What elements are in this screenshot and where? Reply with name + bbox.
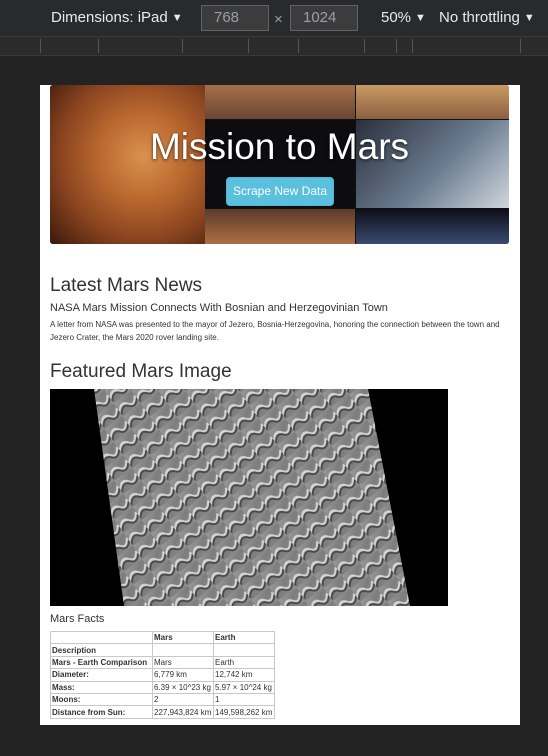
table-row: Moons: 2 1 (50, 692, 275, 707)
ruler-tick (182, 39, 183, 53)
table-cell: Earth (213, 655, 275, 670)
chevron-down-icon: ▼ (415, 12, 426, 24)
throttling-select[interactable]: No throttling ▼ (439, 0, 535, 36)
table-cell (152, 643, 214, 657)
ruler-tick (298, 39, 299, 53)
ruler-tick (40, 39, 41, 53)
column-header: Earth (213, 630, 275, 645)
table-cell: Mass: (50, 680, 153, 694)
device-toolbar: Dimensions: iPad ▼ 768 × 1024 50% ▼ No thr… (0, 0, 548, 36)
table-cell: Mars (152, 655, 214, 670)
featured-image-heading: Featured Mars Image (50, 361, 232, 382)
mars-facts-table: Mars Earth Description Mars - Earth Comp… (50, 630, 275, 719)
table-cell: 12,742 km (213, 668, 275, 682)
ruler-tick (248, 39, 249, 53)
news-heading: Latest Mars News (50, 275, 203, 296)
news-title: NASA Mars Mission Connects With Bosnian … (50, 302, 388, 314)
scrape-new-data-button[interactable]: Scrape New Data (226, 177, 334, 206)
chevron-down-icon: ▼ (171, 12, 183, 24)
table-row: Mars - Earth Comparison Mars Earth (50, 655, 275, 670)
table-cell: Diameter: (50, 668, 153, 682)
column-header: Mars (152, 630, 214, 645)
satellite-image (356, 209, 509, 244)
featured-mars-image[interactable] (50, 389, 448, 606)
media-query-ruler[interactable] (0, 36, 548, 56)
table-cell: Distance from Sun: (50, 705, 153, 719)
zoom-select[interactable]: 50% ▼ (381, 0, 426, 36)
ruler-tick (520, 39, 521, 53)
dimensions-select[interactable]: Dimensions: iPad ▼ (51, 0, 183, 36)
page-title: Mission to Mars (149, 126, 410, 167)
ruler-tick (364, 39, 365, 53)
jumbotron: Mission to Mars Scrape New Data (50, 85, 509, 244)
table-cell: 227,943,824 km (152, 705, 214, 719)
rover-image (205, 85, 355, 119)
table-cell: 6.39 × 10^23 kg (152, 680, 214, 694)
news-paragraph: A letter from NASA was presented to the … (50, 320, 500, 342)
mars-facts-heading: Mars Facts (50, 613, 105, 625)
lander-image (356, 85, 509, 119)
width-input[interactable]: 768 (201, 5, 269, 31)
zoom-label: 50% (381, 9, 412, 26)
height-input[interactable]: 1024 (290, 5, 358, 31)
rover-terrain-image (205, 209, 355, 244)
ruler-tick (396, 39, 397, 53)
chevron-down-icon: ▼ (523, 12, 535, 24)
table-cell: 149,598,262 km (213, 705, 275, 719)
dune-field-image (94, 389, 410, 606)
table-cell: 2 (152, 692, 214, 707)
table-cell: Mars - Earth Comparison (50, 655, 153, 670)
table-cell: 6,779 km (152, 668, 214, 682)
table-cell: 5.97 × 10^24 kg (213, 680, 275, 694)
device-viewport: Mission to Mars Scrape New Data Latest M… (40, 85, 520, 725)
times-symbol: × (274, 11, 283, 28)
table-row: Mass: 6.39 × 10^23 kg 5.97 × 10^24 kg (50, 680, 275, 694)
column-header (50, 630, 153, 645)
table-cell (213, 643, 275, 657)
table-cell: 1 (213, 692, 275, 707)
table-row: Distance from Sun: 227,943,824 km 149,59… (50, 705, 275, 719)
table-row: Description (50, 643, 275, 657)
ruler-tick (98, 39, 99, 53)
table-header-row: Mars Earth (50, 630, 275, 645)
table-row: Diameter: 6,779 km 12,742 km (50, 668, 275, 682)
dimensions-label: Dimensions: iPad (51, 9, 168, 26)
table-cell: Moons: (50, 692, 153, 707)
table-cell: Description (50, 643, 153, 657)
throttling-label: No throttling (439, 9, 520, 26)
ruler-tick (412, 39, 413, 53)
